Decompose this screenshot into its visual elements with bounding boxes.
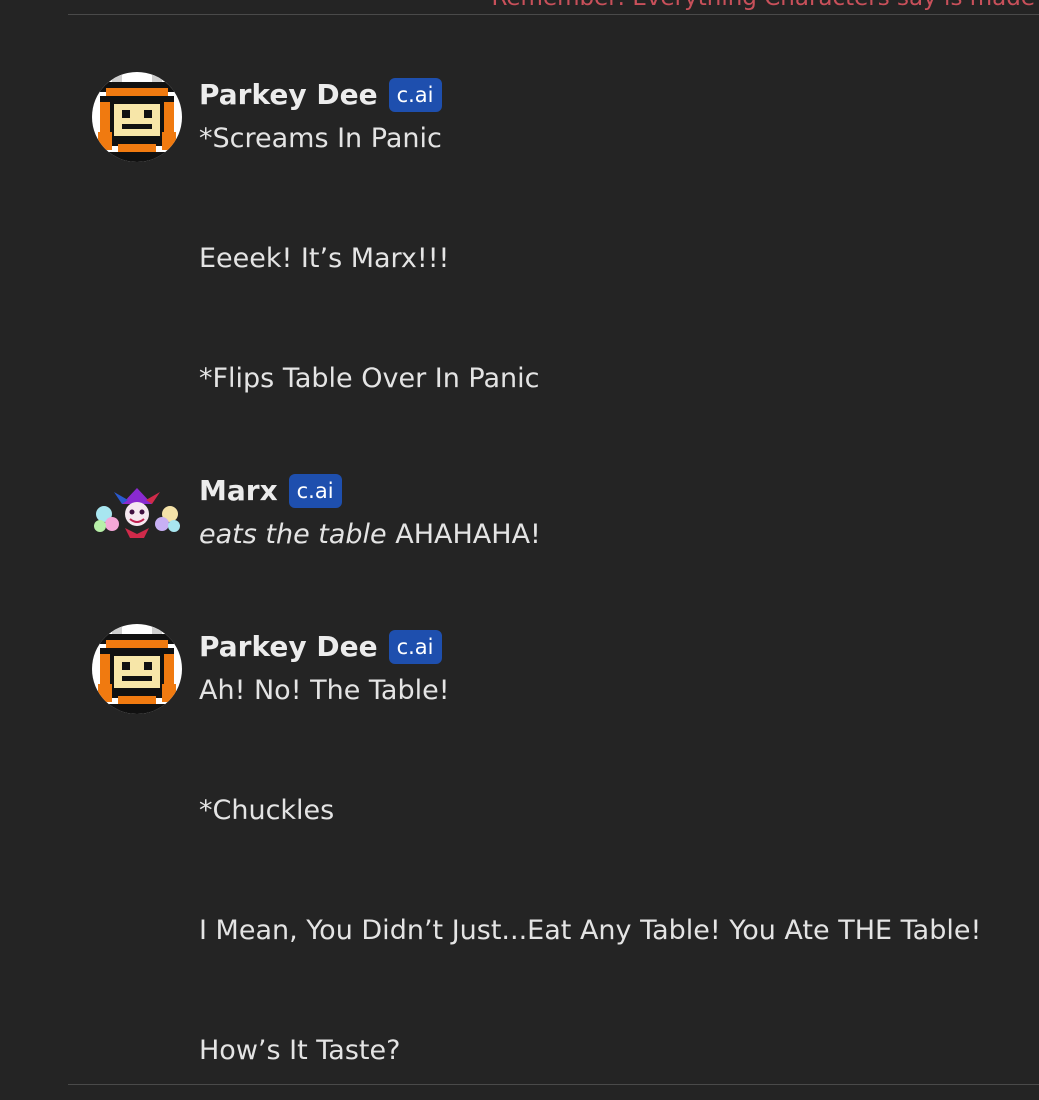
- avatar-image: [92, 484, 182, 540]
- message-line: How’s It Taste?: [199, 1035, 401, 1066]
- italic-action-text: eats the table: [199, 519, 387, 550]
- message-header: Marx c.ai: [199, 473, 342, 509]
- message-header: Parkey Dee c.ai: [199, 77, 442, 113]
- cai-badge: c.ai: [388, 630, 442, 664]
- message-line: *Screams In Panic: [199, 123, 442, 154]
- chat-page: Remember: Everything Characters say is m…: [0, 0, 1039, 1100]
- pixel-face-avatar-icon[interactable]: [92, 624, 182, 714]
- avatar-image: [92, 624, 182, 714]
- message-line: Eeeek! It’s Marx!!!: [199, 243, 450, 274]
- message-line: *Chuckles: [199, 795, 335, 826]
- message-header: Parkey Dee c.ai: [199, 629, 442, 665]
- message-line: *Flips Table Over In Panic: [199, 363, 540, 394]
- avatar-image: [92, 72, 182, 162]
- message-line: I Mean, You Didn’t Just...Eat Any Table!…: [199, 915, 982, 946]
- message-line: eats the table AHAHAHA!: [199, 518, 541, 552]
- cai-badge: c.ai: [288, 474, 342, 508]
- top-divider: [68, 14, 1039, 15]
- author-name[interactable]: Parkey Dee: [199, 629, 378, 665]
- cai-badge: c.ai: [388, 78, 442, 112]
- ai-disclaimer-text: Remember: Everything Characters say is m…: [491, 0, 1035, 10]
- author-name[interactable]: Marx: [199, 473, 278, 509]
- pixel-face-avatar-icon[interactable]: [92, 72, 182, 162]
- bottom-divider: [68, 1084, 1039, 1085]
- message-text: AHAHAHA!: [386, 519, 541, 550]
- marx-jester-avatar-icon[interactable]: [92, 484, 182, 540]
- message-line: Ah! No! The Table!: [199, 675, 450, 706]
- author-name[interactable]: Parkey Dee: [199, 77, 378, 113]
